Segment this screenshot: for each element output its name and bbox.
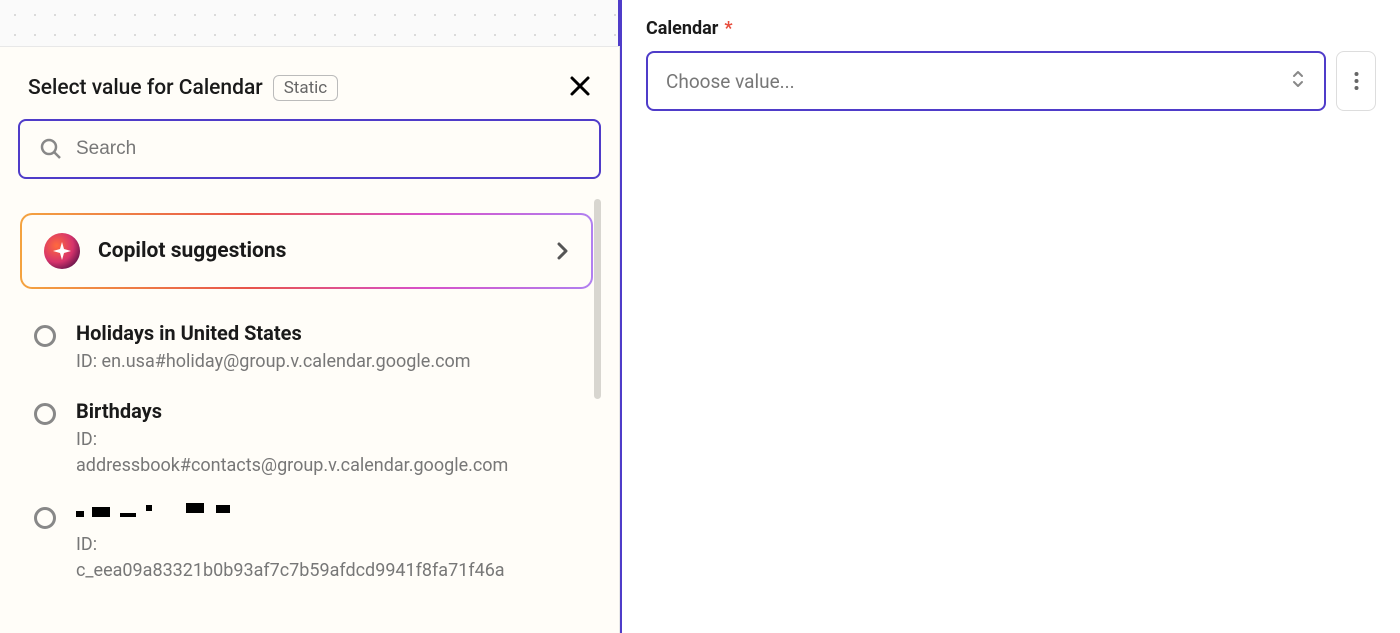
field-label: Calendar *	[646, 18, 1376, 39]
dropdown-placeholder: Choose value...	[666, 70, 795, 93]
search-input[interactable]	[76, 138, 579, 160]
calendar-option[interactable]: Holidays in United States ID: en.usa#hol…	[18, 311, 595, 389]
radio-unchecked-icon	[34, 403, 56, 425]
field-config-panel: Calendar * Choose value...	[618, 0, 1400, 633]
field-label-text: Calendar	[646, 18, 718, 39]
option-id: ID: addressbook#contacts@group.v.calenda…	[76, 427, 579, 479]
chevrons-up-down-icon	[1290, 69, 1306, 93]
option-id: ID: en.usa#holiday@group.v.calendar.goog…	[76, 349, 579, 375]
calendar-option[interactable]: Birthdays ID: addressbook#contacts@group…	[18, 389, 595, 493]
options-list: Copilot suggestions Holidays in United S…	[18, 195, 601, 615]
scrollbar[interactable]	[594, 199, 601, 399]
field-more-button[interactable]	[1336, 51, 1376, 111]
value-picker-panel: Select value for Calendar Static Copilot…	[0, 46, 620, 633]
calendar-dropdown[interactable]: Choose value...	[646, 51, 1326, 111]
kebab-icon	[1354, 71, 1359, 91]
copilot-label: Copilot suggestions	[98, 239, 539, 263]
option-id: ID: c_eea09a83321b0b93af7c7b59afdcd9941f…	[76, 532, 579, 584]
panel-title: Select value for Calendar	[28, 76, 263, 100]
search-icon	[40, 138, 62, 160]
option-title: Holidays in United States	[76, 321, 579, 345]
radio-unchecked-icon	[34, 325, 56, 347]
calendar-option[interactable]: ID: c_eea09a83321b0b93af7c7b59afdcd9941f…	[18, 493, 595, 598]
sparkle-icon	[44, 233, 80, 269]
static-badge: Static	[273, 75, 339, 101]
close-icon	[569, 75, 591, 97]
option-title-redacted	[76, 503, 579, 528]
close-button[interactable]	[569, 75, 591, 101]
copilot-suggestions-card[interactable]: Copilot suggestions	[20, 213, 593, 289]
required-indicator: *	[724, 18, 732, 39]
search-input-wrapper[interactable]	[18, 119, 601, 179]
canvas-dots-background	[0, 0, 620, 40]
chevron-right-icon	[557, 241, 569, 261]
option-title: Birthdays	[76, 399, 579, 423]
radio-unchecked-icon	[34, 507, 56, 529]
